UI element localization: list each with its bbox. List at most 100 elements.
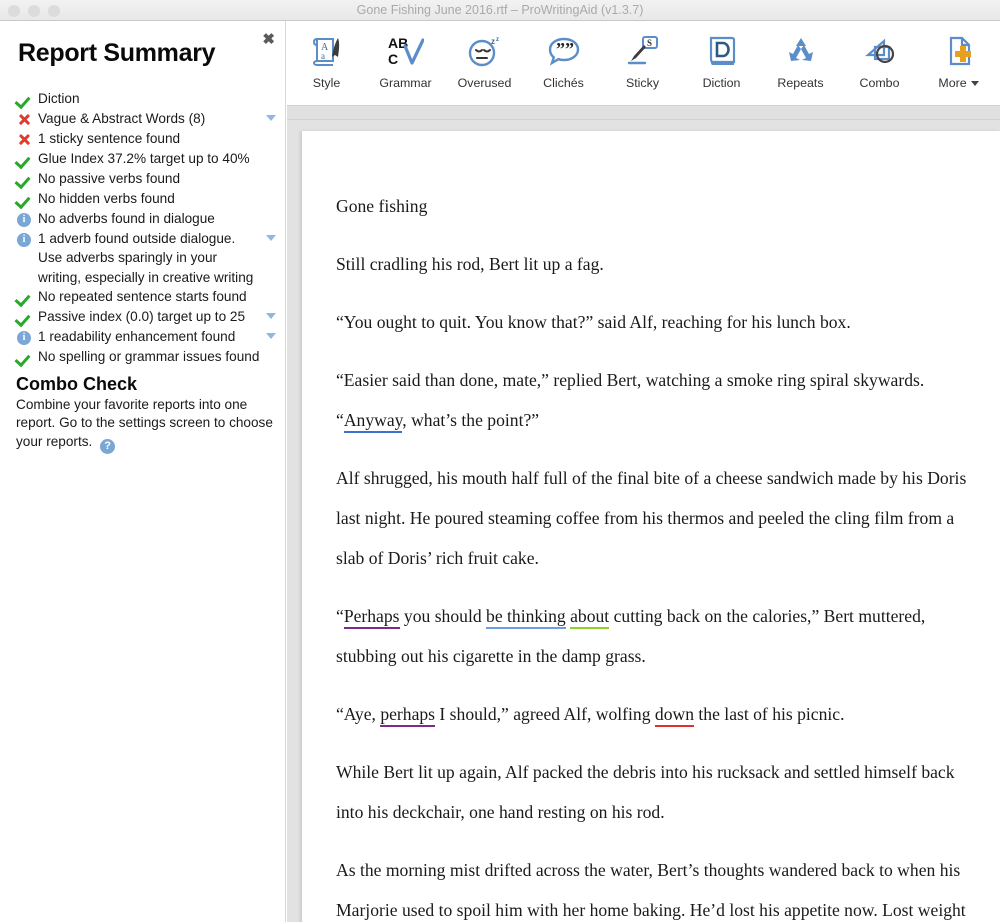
style-scroll-quill-icon: A a xyxy=(304,31,350,71)
toolbar-label-text: Diction xyxy=(702,76,741,90)
document-text[interactable]: Gone fishing Still cradling his rod, Bert… xyxy=(302,131,1000,922)
toolbar-label-text: Clichés xyxy=(543,76,584,90)
document-run: “You ought to quit. You know that?” said… xyxy=(336,312,851,332)
check-icon xyxy=(16,190,38,209)
close-icon[interactable]: ✖ xyxy=(262,32,275,47)
check-icon xyxy=(16,170,38,189)
report-item-label: 1 adverb found outside dialogue. Use adv… xyxy=(38,231,254,285)
toolbar-button-diction[interactable]: Diction xyxy=(682,21,761,106)
toolbar-button-label: More xyxy=(938,76,979,90)
report-item-label: No spelling or grammar issues found xyxy=(38,349,260,365)
highlighted-word-purple[interactable]: perhaps xyxy=(380,704,436,727)
toolbar-label-text: Combo xyxy=(859,76,900,90)
svg-text:”: ” xyxy=(556,39,565,59)
chevron-down-icon[interactable] xyxy=(970,80,979,86)
document-page: Gone fishing Still cradling his rod, Bert… xyxy=(302,131,1000,922)
report-item-label: Passive index (0.0) target up to 25 xyxy=(38,309,246,325)
toolbar-button-combo[interactable]: Combo xyxy=(840,21,919,106)
check-icon xyxy=(16,348,38,367)
document-run: Gone fishing xyxy=(336,196,428,216)
document-run: the last of his picnic. xyxy=(694,704,845,724)
highlighted-word-red[interactable]: down xyxy=(654,704,695,727)
toolbar-label-text: Overused xyxy=(457,76,512,90)
application-window: Gone Fishing June 2016.rtf – ProWritingA… xyxy=(0,0,1000,922)
toolbar-button-label: Combo xyxy=(860,76,900,90)
toolbar-button-sticky[interactable]: S Sticky xyxy=(603,21,682,106)
chevron-down-icon[interactable] xyxy=(266,333,276,340)
check-icon xyxy=(16,150,38,169)
help-icon[interactable]: ? xyxy=(100,438,116,454)
document-paragraph: Alf shrugged, his mouth half full of the… xyxy=(336,458,976,578)
info-icon xyxy=(16,328,38,347)
document-run: Alf shrugged, his mouth half full of the… xyxy=(336,468,967,568)
chevron-down-icon[interactable] xyxy=(266,115,276,121)
toolbar-button-label: Clichés xyxy=(543,76,584,90)
highlighted-word-lblue[interactable]: be thinking xyxy=(486,606,566,629)
report-item-label: 1 sticky sentence found xyxy=(38,131,181,146)
highlighted-word-purple[interactable]: Perhaps xyxy=(343,606,400,629)
highlighted-word-green[interactable]: about xyxy=(570,606,610,629)
document-run: While Bert lit up again, Alf packed the … xyxy=(336,762,955,822)
overlapping-shapes-icon xyxy=(857,31,903,71)
toolbar-button-more[interactable]: More xyxy=(919,21,998,106)
report-item[interactable]: No hidden verbs found xyxy=(16,189,278,209)
combo-check-title: Combo Check xyxy=(16,374,138,394)
report-item[interactable]: 1 sticky sentence found xyxy=(16,129,278,149)
report-item-label: Vague & Abstract Words (8) xyxy=(38,111,206,126)
report-item[interactable]: No repeated sentence starts found xyxy=(16,287,278,307)
toolbar-button-label: Sticky xyxy=(626,76,659,90)
report-item[interactable]: No adverbs found in dialogue xyxy=(16,209,278,229)
report-item[interactable]: Vague & Abstract Words (8) xyxy=(16,109,278,129)
report-toolbar: A a Style AB C Grammar z z Overused ” ” … xyxy=(287,21,1000,106)
chevron-down-icon[interactable] xyxy=(266,313,276,320)
report-item[interactable]: 1 readability enhancement found xyxy=(16,327,278,347)
report-item-list: Diction Vague & Abstract Words (8) 1 stick… xyxy=(16,89,278,367)
report-item[interactable]: Diction xyxy=(16,89,278,109)
highlighted-word-blue[interactable]: Anyway xyxy=(343,410,403,433)
document-run: “Aye, xyxy=(336,704,381,724)
sticky-highlighter-icon: S xyxy=(620,31,666,71)
toolbar-label-text: Style xyxy=(312,76,341,90)
toolbar-label-text: Repeats xyxy=(777,76,824,90)
report-item[interactable]: Glue Index 37.2% target up to 40% xyxy=(16,149,278,169)
report-item[interactable]: No passive verbs found xyxy=(16,169,278,189)
report-item-label: Glue Index 37.2% target up to 40% xyxy=(38,151,250,166)
report-item-label: No passive verbs found xyxy=(38,171,181,186)
chevron-down-icon[interactable] xyxy=(266,235,276,241)
report-item[interactable]: 1 adverb found outside dialogue. Use adv… xyxy=(16,229,278,287)
title-bar: Gone Fishing June 2016.rtf – ProWritingA… xyxy=(0,0,1000,21)
toolbar-button-label: Diction xyxy=(703,76,741,90)
report-item[interactable]: Passive index (0.0) target up to 25 xyxy=(16,307,278,327)
svg-text:C: C xyxy=(388,51,398,67)
toolbar-button-grammar[interactable]: AB C Grammar xyxy=(366,21,445,106)
document-paragraph: “Easier said than done, mate,” replied B… xyxy=(336,360,976,440)
toolbar-label-text: Sticky xyxy=(625,76,660,90)
toolbar-button-label: Repeats xyxy=(777,76,823,90)
info-icon xyxy=(16,210,38,229)
toolbar-button-label: Grammar xyxy=(379,76,431,90)
svg-text:z: z xyxy=(496,37,499,43)
document-paragraph: Still cradling his rod, Bert lit up a fa… xyxy=(336,244,976,284)
document-run: Still cradling his rod, Bert lit up a fa… xyxy=(336,254,604,274)
x-icon xyxy=(16,130,38,149)
toolbar-label-text: Grammar xyxy=(379,76,432,90)
report-item-label: No adverbs found in dialogue xyxy=(38,211,215,226)
toolbar-button-clichs[interactable]: ” ” Clichés xyxy=(524,21,603,106)
combo-check-section: Combo Check Combine your favorite report… xyxy=(16,374,278,454)
svg-text:”: ” xyxy=(565,39,574,59)
toolbar-button-style[interactable]: A a Style xyxy=(287,21,366,106)
document-paragraph: Gone fishing xyxy=(336,186,976,226)
report-item[interactable]: No spelling or grammar issues found xyxy=(16,347,278,367)
abc-checkmark-icon: AB C xyxy=(383,31,429,71)
check-icon xyxy=(16,288,38,307)
document-run: As the morning mist drifted across the w… xyxy=(336,860,966,920)
toolbar-button-overused[interactable]: z z Overused xyxy=(445,21,524,106)
dictionary-book-icon xyxy=(699,31,745,71)
svg-text:S: S xyxy=(647,38,652,48)
document-scroll-area[interactable]: Gone fishing Still cradling his rod, Bert… xyxy=(287,120,1000,922)
document-paragraph: “Aye, perhaps I should,” agreed Alf, wol… xyxy=(336,694,976,734)
check-icon xyxy=(16,90,38,109)
toolbar-button-repeats[interactable]: Repeats xyxy=(761,21,840,106)
page-title: Report Summary xyxy=(18,39,216,67)
check-icon xyxy=(16,308,38,327)
